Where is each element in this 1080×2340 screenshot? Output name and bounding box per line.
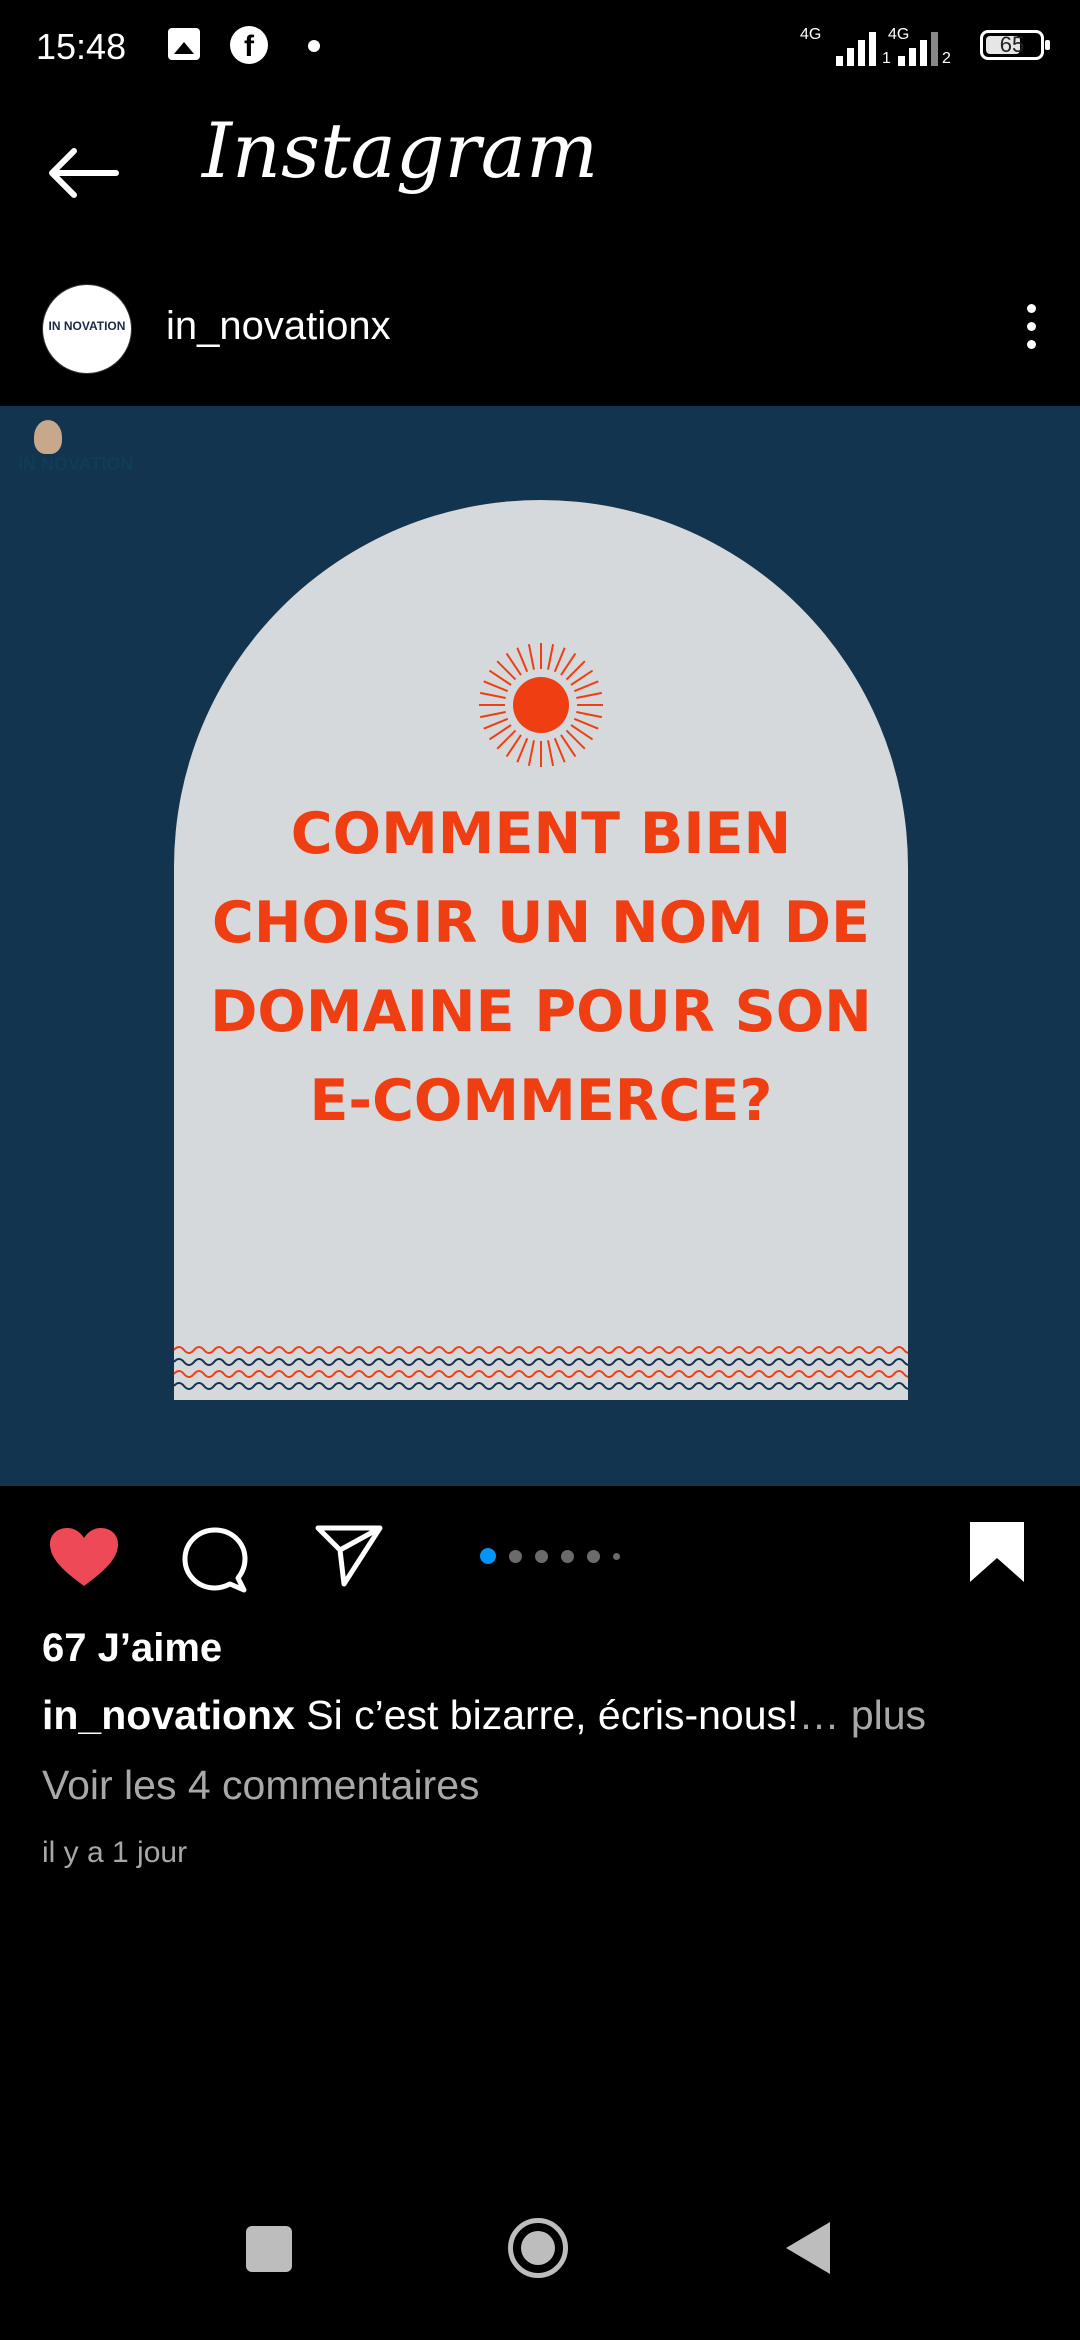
sim-2-label: 2 [942, 50, 951, 67]
caption-username[interactable]: in_novationx [42, 1692, 295, 1738]
bookmark-icon[interactable] [968, 1520, 1026, 1584]
caption-text: Si c’est bizarre, écris-nous! [294, 1692, 799, 1738]
share-icon[interactable] [314, 1524, 384, 1588]
watermark-text: IN NOVATION [18, 454, 134, 474]
carousel-dot [561, 1549, 574, 1563]
sun-icon [479, 643, 603, 767]
network-type-1: 4G [800, 26, 822, 43]
heart-icon[interactable] [48, 1526, 120, 1590]
avatar[interactable]: IN NOVATION [42, 284, 132, 374]
instagram-logo: Instagram [202, 106, 599, 195]
headline-line: DOMAINE POUR SON [210, 979, 872, 1045]
avatar-logo-text: IN NOVATION [48, 319, 126, 333]
system-nav-bar [0, 2180, 1080, 2340]
back-triangle-icon[interactable] [786, 2222, 830, 2274]
carousel-dot [509, 1549, 522, 1563]
signal-icon-2 [898, 26, 938, 66]
post-headline: COMMENT BIEN CHOISIR UN NOM DE DOMAINE P… [174, 790, 908, 1146]
post-timestamp: il y a 1 jour [42, 1836, 188, 1869]
notification-dot-icon [308, 40, 320, 52]
headline-line: COMMENT BIEN [290, 801, 792, 867]
status-time: 15:48 [36, 26, 127, 67]
likes-count[interactable]: 67 J’aime [42, 1626, 222, 1671]
facebook-icon: f [230, 26, 268, 64]
arch-card: COMMENT BIEN CHOISIR UN NOM DE DOMAINE P… [174, 500, 908, 1400]
recents-square-icon[interactable] [246, 2226, 292, 2272]
carousel-dot [613, 1552, 620, 1560]
headline-line: CHOISIR UN NOM DE [211, 890, 870, 956]
carousel-dot [587, 1549, 600, 1563]
view-comments-link[interactable]: Voir les 4 commentaires [42, 1762, 480, 1809]
app-bar: Instagram [0, 96, 1080, 246]
arrow-left-icon[interactable] [48, 148, 120, 198]
post-image[interactable]: IN NOVATION COMMENT BIEN CHOISIR UN NOM … [0, 406, 1080, 1486]
wave-decoration [174, 1346, 908, 1390]
post-header: IN NOVATION in_novationx [0, 268, 1080, 388]
sim-1-label: 1 [882, 50, 891, 67]
carousel-dot [535, 1549, 548, 1563]
post-username[interactable]: in_novationx [166, 304, 391, 349]
carousel-indicator [480, 1548, 620, 1564]
battery-label: 65 [999, 32, 1025, 57]
comment-icon[interactable] [180, 1524, 250, 1594]
watermark-logo: IN NOVATION [18, 420, 133, 475]
caption-more-link[interactable]: … plus [798, 1692, 926, 1738]
signal-icon [836, 26, 876, 66]
status-bar: 15:48 f 4G 1 4G 2 65 [0, 0, 1080, 96]
home-circle-icon[interactable] [508, 2218, 568, 2278]
post-actions [0, 1510, 1080, 1600]
gallery-icon [168, 28, 200, 60]
more-options-icon[interactable] [1024, 304, 1038, 354]
carousel-dot [480, 1548, 496, 1564]
lightbulb-icon [34, 420, 62, 454]
headline-line: E-COMMERCE? [309, 1068, 773, 1134]
post-caption[interactable]: in_novationx Si c’est bizarre, écris-nou… [42, 1692, 926, 1739]
battery-icon: 65 [980, 30, 1050, 60]
